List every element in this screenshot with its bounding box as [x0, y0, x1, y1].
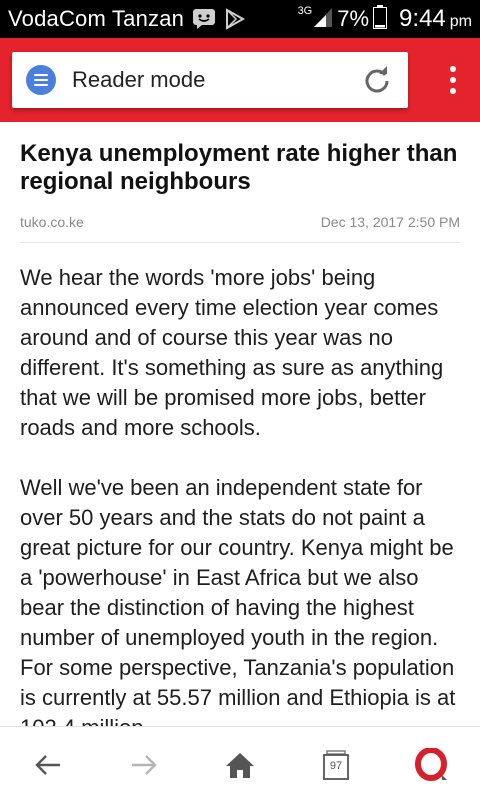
article-title: Kenya unemployment rate higher than regi… [20, 140, 458, 195]
opera-logo-icon[interactable] [412, 745, 452, 785]
overflow-menu-icon[interactable] [450, 66, 456, 94]
address-bar-label: Reader mode [72, 67, 206, 92]
battery-percent: 7% [337, 6, 370, 31]
reload-icon[interactable] [362, 65, 392, 100]
carrier-name: VodaCom Tanzan [8, 6, 185, 31]
back-arrow-icon[interactable] [28, 745, 68, 785]
chat-notification-icon [192, 8, 216, 30]
network-type: 3G [297, 5, 313, 17]
browser-header: Reader mode [0, 38, 480, 122]
tabs-count: 97 [329, 760, 343, 772]
article-meta: tuko.co.ke Dec 13, 2017 2:50 PM [20, 214, 460, 236]
article-date: Dec 13, 2017 2:50 PM [320, 214, 460, 230]
home-icon[interactable] [220, 745, 260, 785]
article-paragraph: We hear the words 'more jobs' being anno… [20, 265, 444, 440]
clock-time: 9:44 [399, 5, 446, 32]
tabs-button[interactable]: 97 [316, 745, 356, 785]
article-paragraph: Well we've been an independent state for… [20, 475, 456, 740]
article: Kenya unemployment rate higher than regi… [20, 140, 460, 743]
divider [20, 242, 460, 243]
clock-ampm: pm [449, 13, 472, 30]
bottom-navigation: 97 [0, 726, 480, 801]
address-bar[interactable]: Reader mode [12, 52, 408, 108]
battery-icon [373, 4, 388, 34]
forward-arrow-icon[interactable] [124, 745, 164, 785]
signal-icon [313, 6, 333, 33]
article-source: tuko.co.ke [20, 214, 84, 230]
status-bar: VodaCom Tanzan 3G 7% 9:44 pm [0, 0, 480, 38]
play-store-icon [224, 8, 246, 30]
reader-mode-icon[interactable] [26, 65, 56, 95]
tabs-icon: 97 [323, 750, 349, 780]
